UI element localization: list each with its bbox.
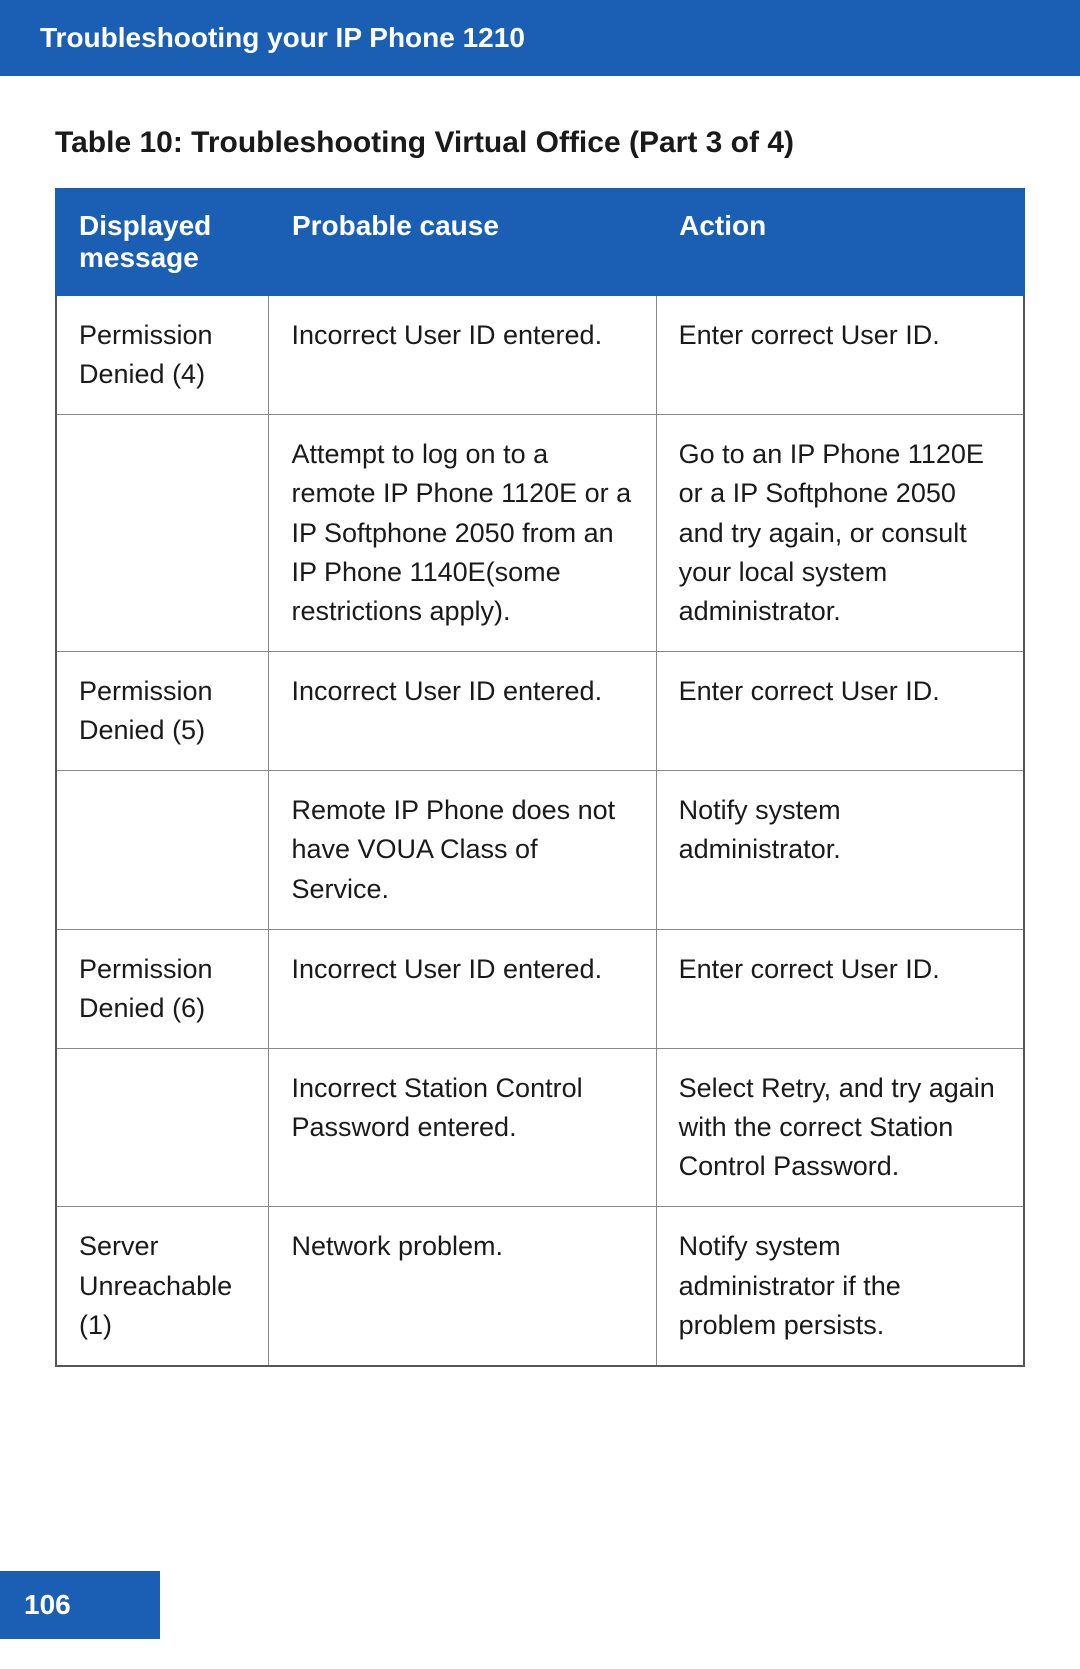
- table-row: Incorrect Station Control Password enter…: [56, 1048, 1024, 1206]
- cell-probable-1: Attempt to log on to a remote IP Phone 1…: [269, 415, 656, 652]
- cell-action-5: Select Retry, and try again with the cor…: [656, 1048, 1024, 1206]
- page-footer: 106: [0, 1571, 160, 1639]
- cell-probable-0: Incorrect User ID entered.: [269, 295, 656, 415]
- cell-probable-3: Remote IP Phone does not have VOUA Class…: [269, 771, 656, 929]
- col-header-action: Action: [656, 189, 1024, 295]
- cell-action-2: Enter correct User ID.: [656, 651, 1024, 770]
- table-header-row: Displayed message Probable cause Action: [56, 189, 1024, 295]
- cell-action-0: Enter correct User ID.: [656, 295, 1024, 415]
- troubleshooting-table: Displayed message Probable cause Action …: [55, 188, 1025, 1367]
- table-row: Attempt to log on to a remote IP Phone 1…: [56, 415, 1024, 652]
- cell-displayed-5: [56, 1048, 269, 1206]
- cell-probable-6: Network problem.: [269, 1207, 656, 1366]
- cell-displayed-6: Server Unreachable (1): [56, 1207, 269, 1366]
- table-row: Permission Denied (6) Incorrect User ID …: [56, 929, 1024, 1048]
- cell-probable-4: Incorrect User ID entered.: [269, 929, 656, 1048]
- cell-probable-2: Incorrect User ID entered.: [269, 651, 656, 770]
- table-row: Remote IP Phone does not have VOUA Class…: [56, 771, 1024, 929]
- cell-displayed-0: Permission Denied (4): [56, 295, 269, 415]
- header-bar: Troubleshooting your IP Phone 1210: [0, 0, 1080, 76]
- cell-displayed-1: [56, 415, 269, 652]
- cell-action-6: Notify system administrator if the probl…: [656, 1207, 1024, 1366]
- table-caption: Table 10: Troubleshooting Virtual Office…: [55, 126, 1025, 160]
- table-row: Permission Denied (5) Incorrect User ID …: [56, 651, 1024, 770]
- cell-action-1: Go to an IP Phone 1120E or a IP Softphon…: [656, 415, 1024, 652]
- header-title: Troubleshooting your IP Phone 1210: [40, 22, 525, 53]
- cell-probable-5: Incorrect Station Control Password enter…: [269, 1048, 656, 1206]
- cell-action-3: Notify system administrator.: [656, 771, 1024, 929]
- cell-displayed-3: [56, 771, 269, 929]
- table-row: Server Unreachable (1) Network problem. …: [56, 1207, 1024, 1366]
- col-header-displayed: Displayed message: [56, 189, 269, 295]
- cell-action-4: Enter correct User ID.: [656, 929, 1024, 1048]
- page-content: Table 10: Troubleshooting Virtual Office…: [0, 76, 1080, 1467]
- page-number: 106: [24, 1589, 71, 1620]
- table-row: Permission Denied (4) Incorrect User ID …: [56, 295, 1024, 415]
- col-header-probable: Probable cause: [269, 189, 656, 295]
- cell-displayed-4: Permission Denied (6): [56, 929, 269, 1048]
- cell-displayed-2: Permission Denied (5): [56, 651, 269, 770]
